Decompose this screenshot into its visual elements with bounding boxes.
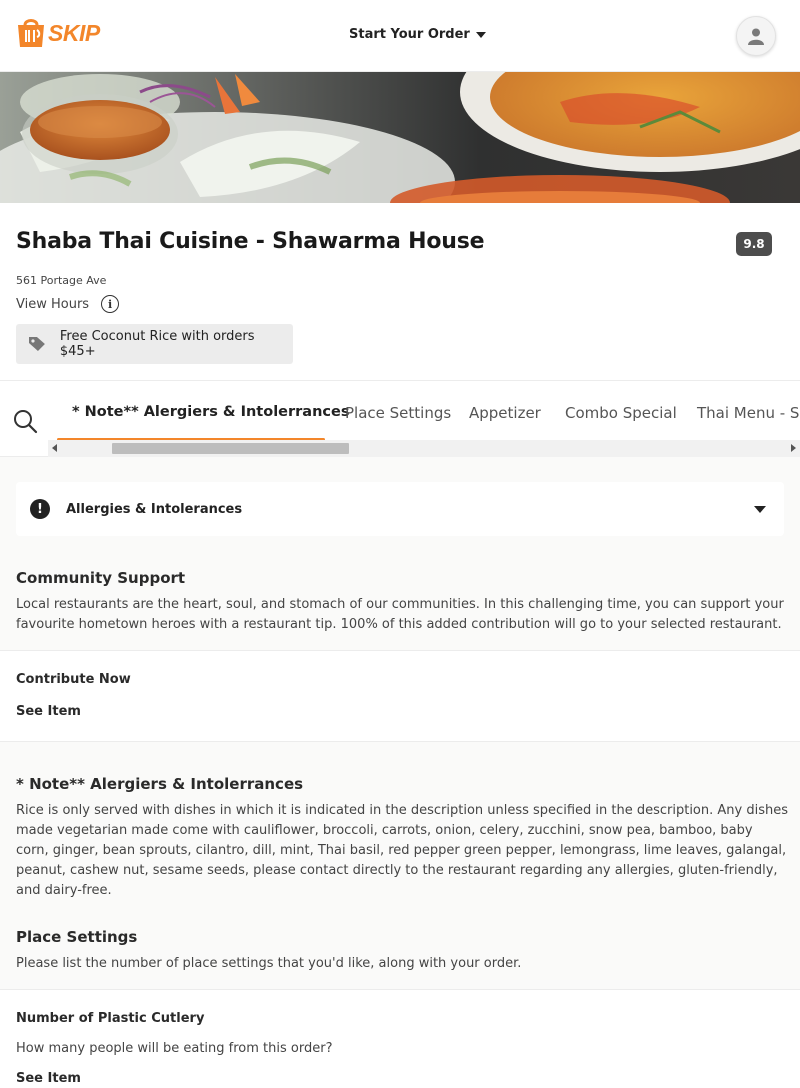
note-section-description: Rice is only served with dishes in which… xyxy=(16,803,788,898)
chevron-down-icon xyxy=(475,32,486,38)
restaurant-info-panel: Shaba Thai Cuisine - Shawarma House 9.8 … xyxy=(0,203,800,381)
contribute-now-item[interactable]: Contribute Now See Item xyxy=(0,650,800,742)
chevron-down-icon xyxy=(754,506,766,513)
allergies-accordion[interactable]: ! Allergies & Intolerances xyxy=(16,482,784,536)
user-icon xyxy=(748,28,764,45)
scroll-right-arrow-icon[interactable] xyxy=(791,444,796,452)
restaurant-name: Shaba Thai Cuisine - Shawarma House xyxy=(16,229,485,254)
tabs-horizontal-scrollbar[interactable] xyxy=(48,440,800,457)
logo-wordmark: SKIP xyxy=(48,19,100,46)
start-order-label: Start Your Order xyxy=(349,27,470,42)
allergies-label: Allergies & Intolerances xyxy=(66,501,243,517)
tab-place-settings[interactable]: Place Settings xyxy=(345,404,451,422)
tab-allergies-note[interactable]: * Note** Alergiers & Intolerrances xyxy=(72,404,349,420)
alert-icon: ! xyxy=(30,499,50,519)
promo-text: Free Coconut Rice with orders $45+ xyxy=(59,329,255,359)
hero-food-image xyxy=(0,72,800,203)
rating-badge: 9.8 xyxy=(736,232,772,256)
community-support-title: Community Support xyxy=(16,569,186,587)
search-icon[interactable] xyxy=(12,408,38,434)
tab-appetizer[interactable]: Appetizer xyxy=(469,404,541,422)
skip-logo[interactable]: SKIP xyxy=(16,17,100,49)
plastic-cutlery-item[interactable]: Number of Plastic Cutlery How many peopl… xyxy=(0,989,800,1088)
start-order-dropdown[interactable]: Start Your Order xyxy=(349,27,486,42)
restaurant-address: 561 Portage Ave xyxy=(16,274,107,287)
see-item-link[interactable]: See Item xyxy=(16,1071,81,1086)
skip-bag-icon xyxy=(18,19,44,47)
scroll-left-arrow-icon[interactable] xyxy=(52,444,57,452)
see-item-link[interactable]: See Item xyxy=(16,704,81,719)
tag-icon xyxy=(28,337,45,351)
tab-strip: * Note** Alergiers & Intolerrances Place… xyxy=(57,381,800,441)
scrollbar-thumb[interactable] xyxy=(112,443,349,454)
view-hours-link[interactable]: View Hours i xyxy=(16,295,120,313)
place-settings-title: Place Settings xyxy=(16,928,138,946)
promo-badge: Free Coconut Rice with orders $45+ xyxy=(16,324,293,364)
item-name: Number of Plastic Cutlery xyxy=(16,1011,205,1026)
item-name: Contribute Now xyxy=(16,672,131,687)
info-icon[interactable]: i xyxy=(101,295,120,313)
place-settings-description: Please list the number of place settings… xyxy=(16,956,522,971)
top-header: SKIP Start Your Order xyxy=(0,0,800,72)
community-support-description: Local restaurants are the heart, soul, a… xyxy=(16,597,784,632)
tab-thai-menu-soup[interactable]: Thai Menu - Soup xyxy=(697,404,800,422)
note-section-title: * Note** Alergiers & Intolerrances xyxy=(16,775,304,793)
item-description: How many people will be eating from this… xyxy=(16,1041,333,1056)
user-avatar-button[interactable] xyxy=(736,16,776,56)
tab-combo-special[interactable]: Combo Special xyxy=(565,404,677,422)
view-hours-label: View Hours xyxy=(16,296,90,312)
